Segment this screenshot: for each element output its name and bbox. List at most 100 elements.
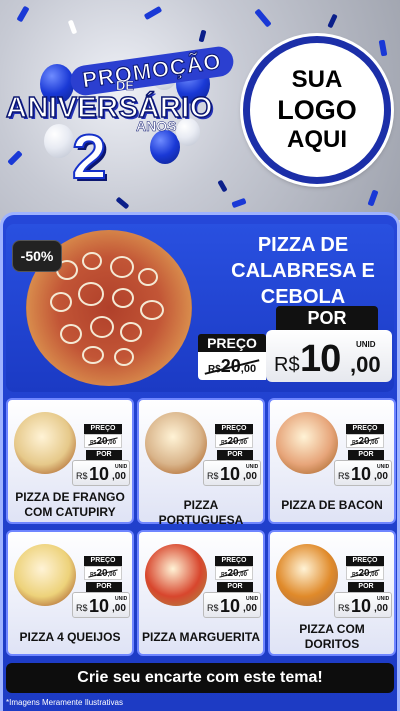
disclaimer: *Imagens Meramente Ilustrativas [6,698,123,707]
old-price: R$20,00 [350,568,380,579]
years-word: ANOS [136,118,177,135]
logo-placeholder: SUA LOGO AQUI [243,36,391,184]
logo-line: LOGO [277,95,357,125]
new-currency: R$ [338,471,350,481]
confetti [143,5,163,21]
product-name: PIZZA PORTUGUESA [158,498,244,527]
por-label: POR [86,582,122,592]
confetti [367,189,379,207]
old-price-box: R$20,00 [215,434,253,448]
confetti [378,39,388,57]
product-card[interactable]: PREÇO R$20,00 POR R$10 UNID,00 PIZZA COM DORI… [268,530,396,656]
por-label: POR [276,306,378,330]
new-currency: R$ [76,471,88,481]
por-label: POR [348,582,384,592]
new-currency: R$ [207,603,219,613]
product-name: PIZZA MARGUERITA [142,630,260,644]
preco-label: PREÇO [346,424,384,434]
product-card[interactable]: PREÇO R$20,00 POR R$10 UNID,00 PIZZA DE FRANG… [6,398,134,524]
product-name: PIZZA DE FRANGO COM CATUPIRY [15,490,125,519]
new-currency: R$ [76,603,88,613]
product-card[interactable]: PREÇO R$20,00 POR R$10 UNID,00 PIZZA MARGUERI… [137,530,265,656]
pizza-image [145,544,207,606]
new-dec: ,00 [243,603,257,614]
por-label: POR [348,450,384,460]
new-currency: R$ [274,354,300,376]
old-price: R$20,00 [88,436,118,447]
new-dec: ,00 [112,603,126,614]
new-int: 10 [220,464,241,484]
logo-line: AQUI [287,126,347,153]
product-name: PIZZA COM DORITOS [299,622,365,651]
onion-ring [78,282,104,306]
new-price-box: R$ 10 UNID ,00 [266,330,392,382]
onion-ring [114,348,134,366]
unid-label: UNID [115,596,128,602]
por-label: POR [86,450,122,460]
unid-label: UNID [246,596,259,602]
onion-ring [50,292,72,312]
old-price: R$20,00 [88,568,118,579]
new-dec: ,00 [350,352,381,377]
unid-label: UNID [356,340,376,349]
new-price-box: R$ 10 UNID ,00 [72,460,130,486]
new-dec: ,00 [374,603,388,614]
confetti [327,13,338,29]
old-price: R$20,00 [350,436,380,447]
de-word: DE [116,78,135,94]
new-price-box: R$ 10 UNID ,00 [203,460,261,486]
onion-ring [82,346,104,364]
new-dec: ,00 [112,471,126,482]
new-int: 10 [351,596,372,616]
new-int: 10 [351,464,372,484]
confetti [254,8,272,28]
aniversario-word: ANIVERSÁRIO [5,91,213,125]
preco-label: PREÇO [346,556,384,566]
new-currency: R$ [207,471,219,481]
old-price-box: R$20,00 [198,352,266,380]
preco-label: PREÇO [198,334,266,352]
pizza-image [145,412,207,474]
pizza-image [14,544,76,606]
confetti [67,19,78,35]
discount-badge: -50% [12,240,62,272]
new-int: 10 [300,338,341,380]
product-name: PIZZA DE BACON [281,498,383,512]
new-int: 10 [89,596,110,616]
header-banner: PROMOÇÃO DE ANIVERSÁRIO 2 ANOS SUA LOGO … [0,0,400,220]
pizza-image [14,412,76,474]
new-int: 10 [89,464,110,484]
featured-title: PIZZA DE CALABRESA E CEBOLA [231,234,375,308]
onion-ring [140,300,164,320]
old-price: R$20,00 [204,356,260,377]
new-price-box: R$ 10 UNID ,00 [334,460,392,486]
onion-ring [90,316,114,338]
product-card[interactable]: PREÇO R$20,00 POR R$10 UNID,00 PIZZA DE BACON [268,398,396,524]
old-price: R$20,00 [219,436,249,447]
confetti [16,5,30,23]
old-price-box: R$20,00 [215,566,253,580]
unid-label: UNID [377,464,390,470]
onion-ring [82,252,102,270]
por-label: POR [217,450,253,460]
product-card[interactable]: PREÇO R$20,00 POR R$10 UNID,00 PIZZA PORTUGUE… [137,398,265,527]
preco-label: PREÇO [84,424,122,434]
preco-label: PREÇO [215,424,253,434]
cta-banner[interactable]: Crie seu encarte com este tema! [6,663,394,693]
pizza-image [276,544,338,606]
new-price-box: R$ 10 UNID ,00 [203,592,261,618]
onion-ring [110,256,134,278]
new-int: 10 [220,596,241,616]
old-price-box: R$20,00 [84,434,122,448]
onion-ring [138,268,158,286]
onion-ring [112,288,134,308]
new-dec: ,00 [243,471,257,482]
onion-ring [60,324,82,344]
onion-ring [120,322,142,342]
product-card[interactable]: PREÇO R$20,00 POR R$10 UNID,00 PIZZA 4 QUEIJO… [6,530,134,656]
old-price: R$20,00 [219,568,249,579]
unid-label: UNID [377,596,390,602]
confetti [198,29,207,43]
por-label: POR [217,582,253,592]
years-number: 2 [71,122,108,193]
